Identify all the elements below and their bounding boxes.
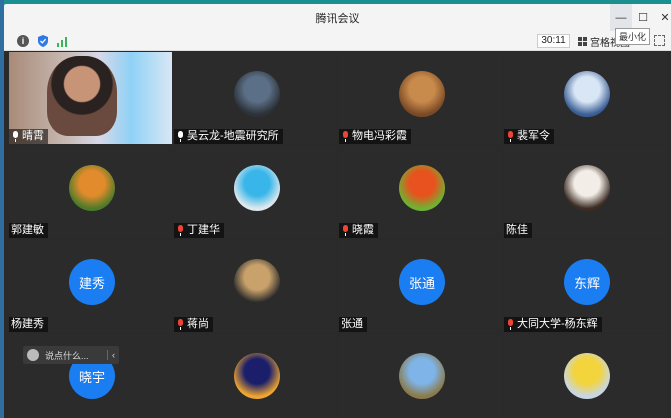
avatar <box>234 353 280 399</box>
participant-name: 大同大学-杨东辉 <box>517 318 598 330</box>
close-button[interactable]: ✕ <box>654 4 671 31</box>
chat-input[interactable]: 说点什么... ‹ <box>23 346 119 364</box>
participant-tile[interactable]: 建秀杨建秀 <box>9 240 172 332</box>
participant-name-tag: 裴军令 <box>504 129 554 144</box>
avatar <box>234 165 280 211</box>
participant-name-tag: 杨建秀 <box>9 317 48 332</box>
participant-tile[interactable]: 张通 张通 <box>339 240 502 332</box>
participant-name-tag: 吴云龙-地震研究所 <box>174 129 283 144</box>
minimize-button[interactable]: — <box>610 4 632 31</box>
window-title: 腾讯会议 <box>315 13 360 25</box>
participant-tile[interactable]: 物电冯彩霞 <box>339 52 502 144</box>
participant-name: 晓霞 <box>352 224 374 236</box>
avatar <box>399 71 445 117</box>
avatar <box>234 259 280 305</box>
avatar <box>564 71 610 117</box>
participant-tile[interactable]: 郭建敏 <box>9 146 172 238</box>
avatar: 张通 <box>399 259 445 305</box>
participant-tile[interactable]: 蒋尚 <box>174 240 337 332</box>
participant-name: 张通 <box>341 318 363 330</box>
participant-tile[interactable] <box>174 334 337 418</box>
mic-muted-icon <box>341 225 350 236</box>
video-feed <box>47 56 117 136</box>
participant-tile[interactable]: 晓霞 <box>339 146 502 238</box>
participant-tile[interactable] <box>339 334 502 418</box>
mic-icon <box>11 131 20 142</box>
participant-name: 丁建华 <box>187 224 220 236</box>
meeting-timer: 30:11 <box>537 34 570 48</box>
participant-name-tag: 大同大学-杨东辉 <box>504 317 602 332</box>
participant-name-tag: 郭建敏 <box>9 223 48 238</box>
participant-name: 吴云龙-地震研究所 <box>187 130 279 142</box>
participant-name: 陈佳 <box>506 224 528 236</box>
signal-icon[interactable] <box>56 35 68 47</box>
mic-icon <box>176 131 185 142</box>
participant-name: 杨建秀 <box>11 318 44 330</box>
participant-name-tag: 物电冯彩霞 <box>339 129 411 144</box>
avatar <box>564 165 610 211</box>
participant-name-tag: 丁建华 <box>174 223 224 238</box>
shield-icon[interactable] <box>37 35 49 47</box>
mic-muted-icon <box>176 225 185 236</box>
participant-tile[interactable]: 裴军令 <box>504 52 667 144</box>
participant-name-tag: 晴霄 <box>9 129 48 144</box>
emoji-icon[interactable] <box>27 349 39 361</box>
title-bar: 腾讯会议 — ☐ ✕ <box>4 4 671 31</box>
mic-muted-icon <box>506 131 515 142</box>
participant-name: 郭建敏 <box>11 224 44 236</box>
avatar <box>399 353 445 399</box>
mic-muted-icon <box>341 131 350 142</box>
participant-tile[interactable]: 东辉大同大学-杨东辉 <box>504 240 667 332</box>
participant-tile[interactable] <box>504 334 667 418</box>
chat-placeholder: 说点什么... <box>45 350 89 361</box>
fullscreen-icon[interactable] <box>654 35 665 46</box>
avatar: 东辉 <box>564 259 610 305</box>
participant-name: 晴霄 <box>22 130 44 142</box>
participant-tile[interactable]: 陈佳 <box>504 146 667 238</box>
info-icon[interactable]: i <box>17 35 29 47</box>
participant-name-tag: 陈佳 <box>504 223 532 238</box>
meeting-window: 腾讯会议 — ☐ ✕ 最小化 i 30:11 宫格视图 晴霄 吴云龙-地震研究所 物… <box>4 4 671 418</box>
meeting-toolbar: i 30:11 宫格视图 <box>4 31 671 51</box>
minimize-tooltip: 最小化 <box>615 28 651 45</box>
participant-tile[interactable]: 吴云龙-地震研究所 <box>174 52 337 144</box>
grid-icon <box>578 36 587 46</box>
participant-name: 裴军令 <box>517 130 550 142</box>
avatar <box>69 165 115 211</box>
participant-name-tag: 张通 <box>339 317 367 332</box>
mic-muted-icon <box>506 319 515 330</box>
participant-tile[interactable]: 丁建华 <box>174 146 337 238</box>
participant-name: 物电冯彩霞 <box>352 130 407 142</box>
maximize-button[interactable]: ☐ <box>632 4 654 31</box>
participant-name-tag: 蒋尚 <box>174 317 213 332</box>
avatar: 建秀 <box>69 259 115 305</box>
participant-tile[interactable]: 晴霄 <box>9 52 172 144</box>
avatar <box>399 165 445 211</box>
participant-name-tag: 晓霞 <box>339 223 378 238</box>
avatar <box>564 353 610 399</box>
avatar <box>234 71 280 117</box>
collapse-chat-icon[interactable]: ‹ <box>107 350 115 360</box>
mic-muted-icon <box>176 319 185 330</box>
participant-name: 蒋尚 <box>187 318 209 330</box>
